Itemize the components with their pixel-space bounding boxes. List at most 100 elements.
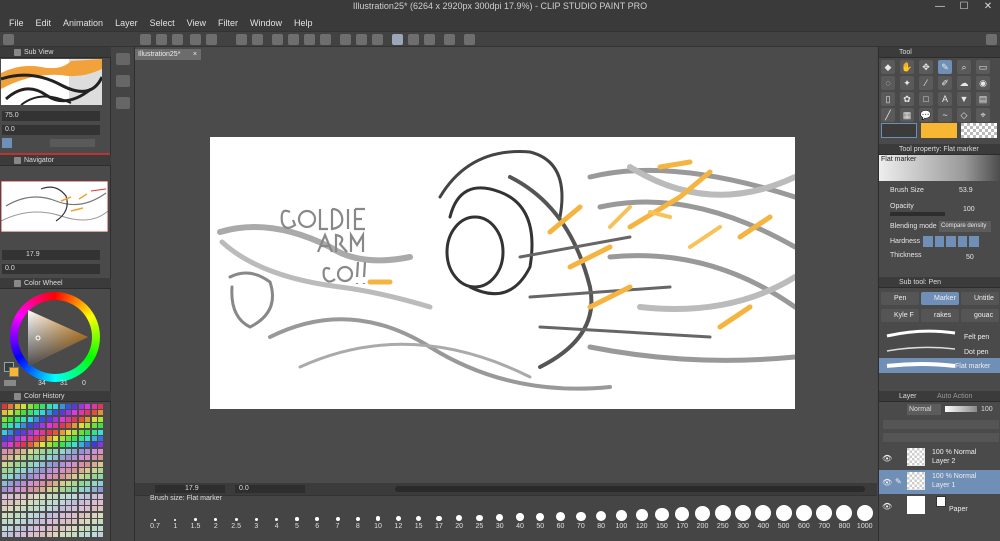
history-swatch[interactable] [27,404,33,409]
history-swatch[interactable] [59,448,65,454]
menu-select[interactable]: Select [144,18,181,28]
brush-size-preset[interactable]: 80 [591,505,611,530]
color-wheel-header[interactable]: Color Wheel [0,278,111,289]
brush-size-preset[interactable]: 25 [469,505,489,530]
history-swatch[interactable] [40,461,46,467]
history-swatch[interactable] [78,461,84,467]
history-swatch[interactable] [78,487,84,493]
history-swatch[interactable] [34,525,39,531]
history-swatch[interactable] [59,429,65,435]
history-swatch[interactable] [72,455,78,461]
history-swatch[interactable] [91,474,97,480]
brush-size-preset[interactable]: 50 [530,505,550,530]
fill-tool-icon[interactable]: ▼ [957,92,971,106]
history-swatch[interactable] [66,455,71,461]
horizontal-scrollbar[interactable] [395,486,865,492]
history-swatch[interactable] [72,429,78,435]
history-swatch[interactable] [34,404,39,409]
history-swatch[interactable] [14,416,20,422]
show-selection-icon[interactable] [372,34,383,45]
history-swatch[interactable] [66,525,71,531]
history-swatch[interactable] [34,519,39,525]
history-swatch[interactable] [85,442,91,448]
history-swatch[interactable] [78,455,84,461]
history-swatch[interactable] [78,525,84,531]
history-swatch[interactable] [27,448,33,454]
history-swatch[interactable] [53,416,59,422]
history-swatch[interactable] [2,532,7,537]
history-swatch[interactable] [53,500,59,505]
history-swatch[interactable] [46,506,52,512]
history-swatch[interactable] [98,461,103,467]
history-swatch[interactable] [21,461,27,467]
history-swatch[interactable] [66,410,71,416]
history-swatch[interactable] [21,474,27,480]
move-layer-icon[interactable]: ✥ [919,60,933,74]
layer-row-paper[interactable]: 👁 Paper [879,494,1000,518]
history-swatch[interactable] [85,410,91,416]
history-swatch[interactable] [46,487,52,493]
history-swatch[interactable] [14,461,20,467]
history-swatch[interactable] [59,461,65,467]
history-swatch[interactable] [34,468,39,473]
history-swatch[interactable] [59,525,65,531]
history-swatch[interactable] [78,532,84,537]
history-swatch[interactable] [40,500,46,505]
history-swatch[interactable] [98,474,103,480]
history-swatch[interactable] [21,448,27,454]
history-swatch[interactable] [27,525,33,531]
history-swatch[interactable] [46,416,52,422]
history-swatch[interactable] [2,436,7,441]
history-swatch[interactable] [14,455,20,461]
blending-mode-row[interactable]: Blending mode Compare density [881,220,999,234]
correct-line-icon[interactable]: ~ [938,108,952,122]
auto-action-tab[interactable]: Auto Action [937,391,972,402]
history-swatch[interactable] [21,487,27,493]
history-swatch[interactable] [66,416,71,422]
history-swatch[interactable] [66,461,71,467]
history-swatch[interactable] [91,410,97,416]
history-swatch[interactable] [46,474,52,480]
history-swatch[interactable] [2,474,7,480]
history-swatch[interactable] [2,480,7,486]
history-swatch[interactable] [53,461,59,467]
history-swatch[interactable] [72,493,78,499]
history-swatch[interactable] [98,404,103,409]
history-swatch[interactable] [40,468,46,473]
brush-size-preset[interactable]: 300 [733,505,753,530]
brush-size-preset[interactable]: 12 [388,505,408,530]
camera-icon[interactable] [116,53,130,65]
history-swatch[interactable] [59,493,65,499]
history-swatch[interactable] [2,410,7,416]
history-swatch[interactable] [14,429,20,435]
history-swatch[interactable] [53,487,59,493]
history-swatch[interactable] [27,442,33,448]
history-swatch[interactable] [91,461,97,467]
brush-size-preset[interactable]: 40 [510,505,530,530]
history-swatch[interactable] [91,404,97,409]
history-swatch[interactable] [27,512,33,518]
history-swatch[interactable] [98,442,103,448]
history-swatch[interactable] [91,436,97,441]
history-swatch[interactable] [2,429,7,435]
history-swatch[interactable] [72,404,78,409]
history-swatch[interactable] [21,512,27,518]
fill-icon[interactable] [304,34,315,45]
history-swatch[interactable] [72,442,78,448]
history-swatch[interactable] [40,525,46,531]
deselect-icon[interactable] [340,34,351,45]
history-swatch[interactable] [40,416,46,422]
subtool-tab-untitled[interactable]: Untitle [961,292,999,305]
history-swatch[interactable] [72,532,78,537]
brush-size-row[interactable]: Brush Size 53.9 [881,185,999,199]
collapse-left-icon[interactable] [3,34,14,45]
history-swatch[interactable] [14,442,20,448]
navigator-zoom-slider[interactable]: 17.9 [2,250,100,260]
history-swatch[interactable] [66,532,71,537]
snap-perspective-icon[interactable] [424,34,435,45]
history-swatch[interactable] [72,436,78,441]
history-swatch[interactable] [46,525,52,531]
history-swatch[interactable] [34,448,39,454]
history-swatch[interactable] [40,436,46,441]
layer-2-visibility-icon[interactable]: 👁 [882,454,892,463]
